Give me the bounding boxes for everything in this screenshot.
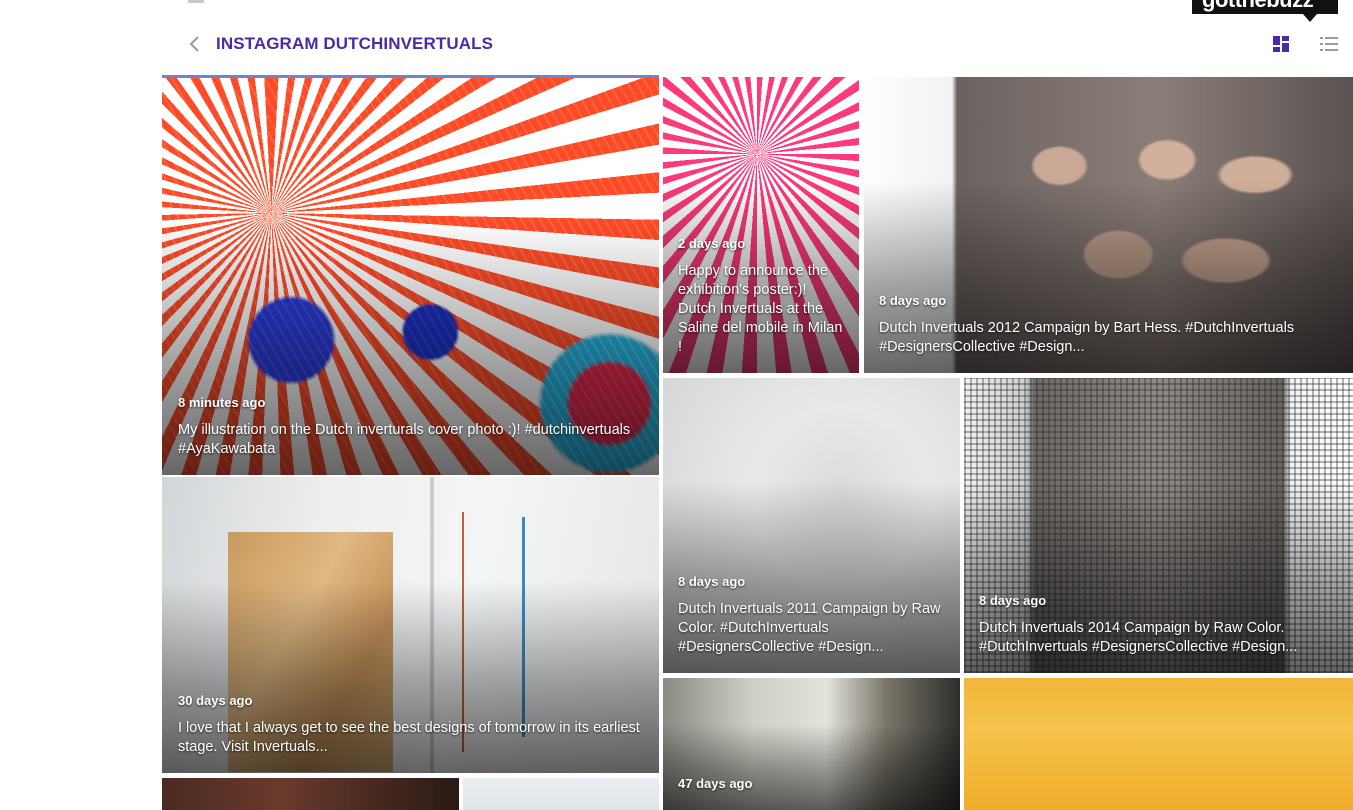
post-tile[interactable]: 8 days ago Dutch Invertuals 2014 Campaig…	[964, 378, 1353, 673]
brand-logo-text: gotthebuzz	[1202, 0, 1314, 11]
post-tile[interactable]: 30 days ago I love that I always get to …	[162, 477, 659, 773]
post-caption: I love that I always get to see the best…	[178, 720, 640, 755]
brand-tab[interactable]: gotthebuzz	[1192, 0, 1338, 14]
post-time: 8 minutes ago	[178, 395, 266, 410]
post-meta: 8 days ago Dutch Invertuals 2012 Campaig…	[879, 293, 1339, 357]
post-meta: 47 days ago	[678, 776, 946, 802]
list-view-icon	[1320, 37, 1338, 51]
post-meta: 8 days ago Dutch Invertuals 2011 Campaig…	[678, 574, 946, 657]
post-meta: 8 days ago Dutch Invertuals 2014 Campaig…	[979, 593, 1339, 657]
list-view-button[interactable]	[1318, 34, 1340, 54]
post-tile[interactable]: 8 days ago Dutch Invertuals 2012 Campaig…	[864, 77, 1353, 373]
post-tile[interactable]	[964, 678, 1353, 810]
top-nav-stub	[188, 0, 204, 3]
brand-tab-pointer-icon	[1303, 14, 1317, 22]
page-title: INSTAGRAM DUTCHINVERTUALS	[216, 34, 494, 53]
post-tile[interactable]: 8 minutes ago My illustration on the Dut…	[162, 75, 659, 475]
post-time: 8 days ago	[879, 293, 947, 308]
post-caption: My illustration on the Dutch invert­ural…	[178, 422, 631, 457]
post-caption: Dutch Invertuals 2011 Campaign by Raw Co…	[678, 601, 941, 655]
post-time: 8 days ago	[979, 593, 1047, 608]
post-time: 47 days ago	[678, 776, 753, 791]
post-caption: Dutch Invertuals 2012 Campaign by Bart H…	[879, 320, 1295, 355]
post-caption: Happy to announce the exhibition's poste…	[678, 263, 843, 355]
back-button[interactable]	[186, 34, 204, 54]
post-caption: Dutch Invertuals 2014 Campaign by Raw Co…	[979, 620, 1298, 655]
post-meta: 2 days ago Happy to announce the exhibit…	[678, 236, 845, 357]
post-tile[interactable]: 8 days ago Dutch Invertuals 2011 Campaig…	[663, 378, 960, 673]
chevron-left-icon	[189, 36, 199, 52]
grid-view-button[interactable]	[1271, 34, 1291, 54]
grid-view-icon	[1273, 36, 1289, 52]
post-tile[interactable]: 2 days ago Happy to announce the exhibit…	[663, 77, 859, 373]
post-time: 8 days ago	[678, 574, 746, 589]
post-tile[interactable]	[463, 778, 659, 810]
post-tile[interactable]: 47 days ago	[663, 678, 960, 810]
post-time: 30 days ago	[178, 693, 253, 708]
post-time: 2 days ago	[678, 236, 746, 251]
post-meta: 30 days ago I love that I always get to …	[178, 693, 645, 757]
post-tile[interactable]	[162, 778, 459, 810]
post-meta: 8 minutes ago My illustration on the Dut…	[178, 395, 645, 459]
